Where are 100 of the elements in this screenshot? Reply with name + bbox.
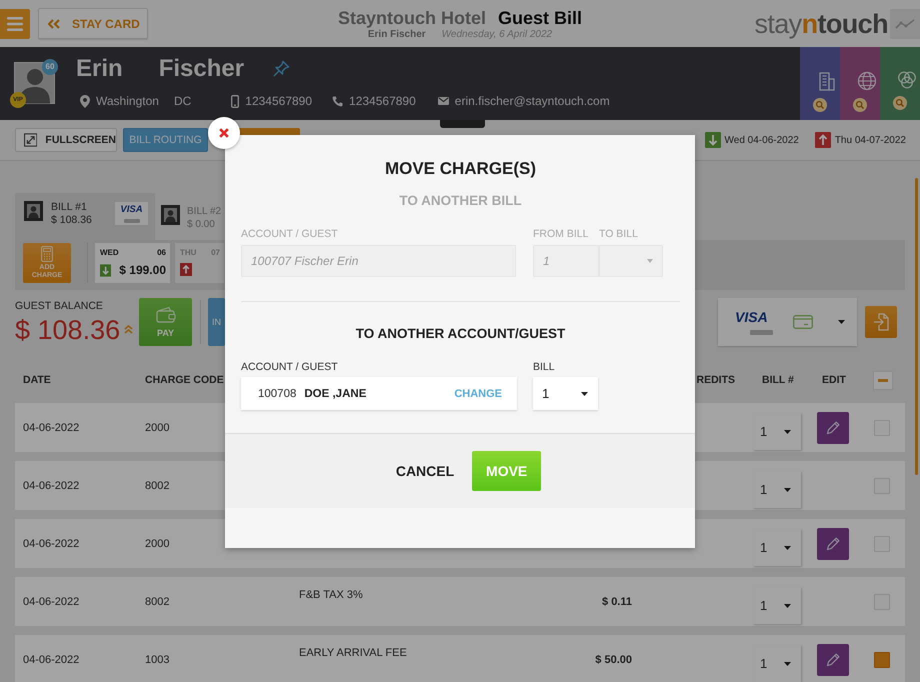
bill-tab[interactable]: BILL #1 $ 108.36 VISA: [15, 193, 155, 240]
table-cell: 8002: [145, 596, 170, 608]
logo: stayntouch: [754, 8, 888, 38]
bill-select[interactable]: 1: [753, 587, 801, 624]
mail-icon: [438, 97, 449, 105]
search-icon[interactable]: [813, 98, 827, 112]
caret-icon: [784, 430, 791, 434]
caret-icon: [784, 662, 791, 666]
guest-avatar: [14, 62, 55, 104]
select-all-checkbox[interactable]: [873, 370, 893, 390]
document-arrow-icon: [873, 313, 889, 331]
page-title: Guest Bill: [498, 8, 582, 28]
phone-icon: [332, 96, 344, 106]
caret-icon: [784, 604, 791, 608]
globe-icon: [857, 71, 877, 91]
calculator-icon: [41, 246, 53, 262]
column-header: EDIT: [822, 374, 846, 386]
table-cell: $ 0.11: [602, 596, 632, 608]
section-heading: TO ANOTHER BILL: [398, 192, 523, 210]
side-tab[interactable]: [840, 47, 880, 120]
search-icon[interactable]: [853, 98, 867, 112]
table-cell: 2000: [145, 422, 170, 434]
masked-number-icon: [750, 330, 773, 335]
caret-icon: [784, 488, 791, 492]
column-header: REDITS: [696, 374, 735, 386]
account-field[interactable]: 100708 DOE ,JANE CHANGE: [241, 377, 517, 410]
stay-date: Wed 04-06-2022: [724, 134, 799, 146]
pencil-icon: [825, 652, 841, 668]
cancel-button[interactable]: CANCEL: [396, 463, 454, 479]
table-cell: 2000: [145, 538, 170, 550]
caret-icon: [581, 392, 588, 396]
guest-name: Erin Fischer: [368, 29, 426, 40]
wallet-icon: [156, 306, 176, 323]
edit-button[interactable]: [817, 412, 849, 444]
weekday: WED: [100, 248, 119, 258]
stay-date: Thu 04-07-2022: [834, 134, 906, 146]
side-tab[interactable]: [880, 47, 920, 120]
field-label: BILL: [533, 360, 555, 374]
account-name: DOE ,JANE: [304, 388, 366, 400]
hotel-name: Stayntouch Hotel: [338, 8, 486, 28]
chevrons-up-icon[interactable]: [124, 325, 134, 334]
edit-button[interactable]: [817, 644, 849, 676]
mobile-phone-icon: [231, 94, 240, 108]
table-row[interactable]: 04-06-2022 8002 F&B TAX 3% $ 0.11 1: [15, 577, 905, 626]
circles-icon: [897, 71, 917, 89]
person-icon: [24, 201, 43, 221]
card-select[interactable]: VISA: [718, 298, 857, 346]
minus-icon: [878, 378, 888, 382]
section-heading: TO ANOTHER ACCOUNT/GUEST: [354, 325, 566, 343]
table-row[interactable]: 04-06-2022 1003 EARLY ARRIVAL FEE $ 50.00 1: [15, 635, 905, 682]
caret-icon: [784, 546, 791, 550]
edit-button[interactable]: [817, 528, 849, 560]
email-address: erin.fischer@stayntouch.com: [454, 94, 610, 108]
close-icon: [219, 128, 229, 138]
person-icon: [161, 205, 180, 225]
move-in-button[interactable]: [865, 306, 897, 338]
location-pin-icon: [80, 94, 90, 108]
bill-select[interactable]: 1: [753, 471, 801, 508]
menu-button[interactable]: [0, 8, 30, 38]
chevrons-left-icon: [48, 18, 60, 28]
side-tab[interactable]: [800, 47, 840, 120]
fullscreen-button[interactable]: FULLSCREEN: [15, 128, 117, 152]
table-cell: 04-06-2022: [23, 422, 80, 434]
last-name: Fischer: [158, 56, 244, 82]
bill-select[interactable]: 1: [753, 529, 801, 566]
column-header: CHARGE CODE: [145, 374, 224, 386]
card-brand: VISA: [735, 309, 768, 325]
arrow-down-icon: [100, 264, 112, 276]
search-icon[interactable]: [893, 96, 907, 110]
masked-number-icon: [124, 219, 140, 223]
table-cell: 1003: [145, 654, 170, 666]
day-number: 06: [157, 248, 166, 258]
field-label: ACCOUNT / GUEST: [241, 360, 339, 374]
field-label: TO BILL: [599, 227, 638, 241]
expand-icon: [24, 133, 38, 147]
table-cell: F&B TAX 3%: [299, 589, 363, 601]
bill-select[interactable]: 1: [753, 413, 801, 450]
table-cell: 04-06-2022: [23, 654, 80, 666]
first-name: Erin: [76, 56, 123, 82]
building-icon: [819, 71, 835, 91]
arrow-up-icon: [180, 263, 192, 276]
chart-button[interactable]: [890, 8, 920, 38]
table-cell: 04-06-2022: [23, 480, 80, 492]
bill-amount: $ 0.00: [187, 218, 215, 231]
scrollbar-thumb[interactable]: [915, 178, 918, 475]
row-checkbox[interactable]: [874, 652, 890, 668]
mobile-number: 1234567890: [245, 94, 312, 108]
city: Washington: [96, 94, 159, 108]
arrow-up-icon: [814, 132, 831, 148]
pencil-icon: [825, 536, 841, 552]
pencil-icon: [825, 420, 841, 436]
points-badge: 60: [42, 59, 58, 75]
dialog-title: MOVE CHARGE(S): [384, 159, 538, 179]
day-card[interactable]: WED 06 $ 199.00: [95, 243, 170, 283]
arrow-down-icon: [704, 132, 721, 148]
bill-select[interactable]: 1: [753, 645, 801, 682]
bill-select[interactable]: 1: [533, 377, 598, 410]
field-label: ACCOUNT / GUEST: [241, 227, 339, 241]
pin-icon[interactable]: [272, 60, 290, 78]
table-cell: 04-06-2022: [23, 596, 80, 608]
